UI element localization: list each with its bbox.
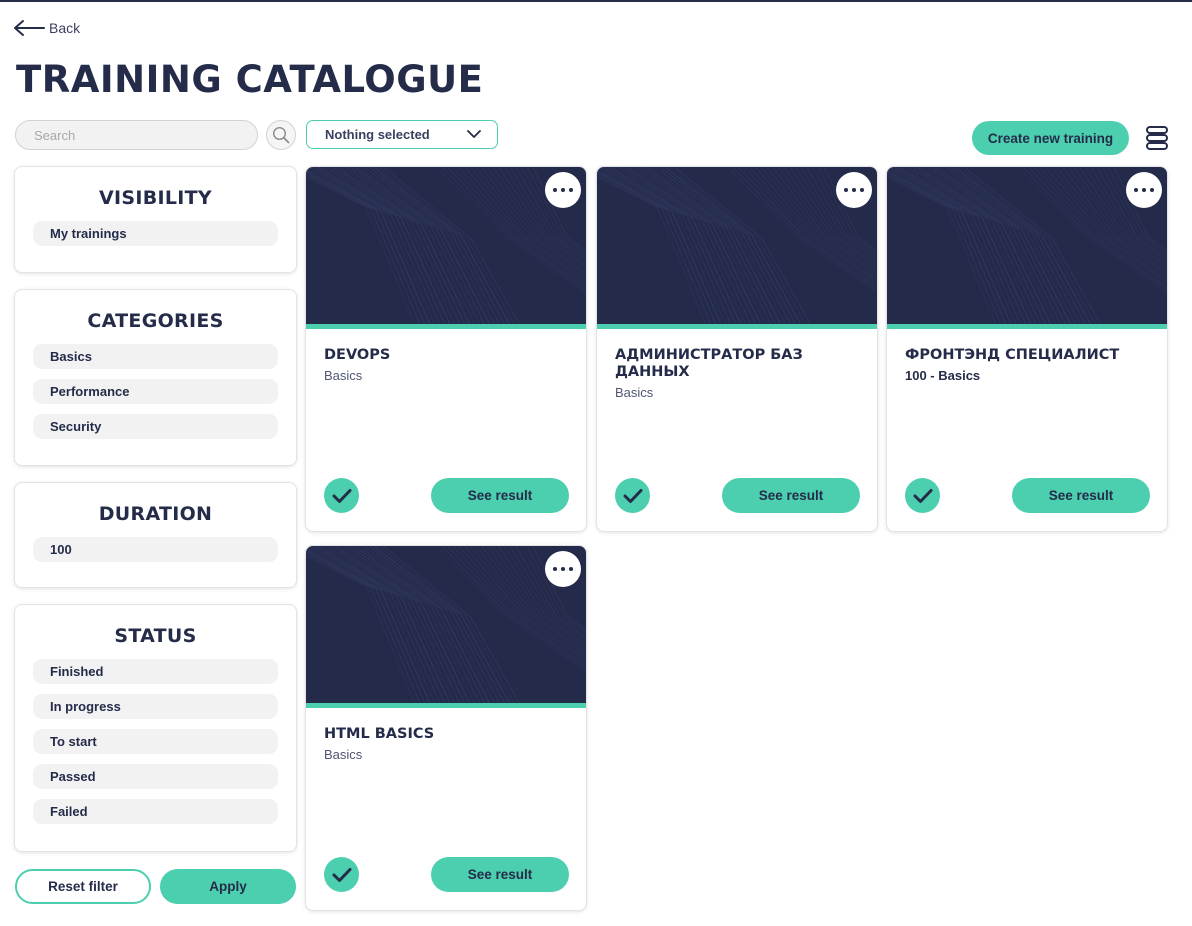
card-accent-stripe [306, 703, 586, 708]
training-card[interactable]: DEVOPS Basics See result [306, 167, 586, 531]
filter-categories: CATEGORIES Basics Performance Security [15, 290, 296, 465]
apply-button[interactable]: Apply [160, 869, 296, 904]
more-options-icon[interactable] [836, 172, 872, 208]
checkmark-icon [905, 478, 940, 513]
banner-pattern [597, 167, 877, 324]
filter-chip-security[interactable]: Security [33, 414, 278, 439]
card-banner-image [887, 167, 1167, 324]
filter-chip-basics[interactable]: Basics [33, 344, 278, 369]
card-banner-image [597, 167, 877, 324]
arrow-left-icon [14, 20, 45, 36]
card-subtitle: Basics [615, 385, 654, 400]
filter-duration-title: DURATION [98, 503, 213, 525]
checkmark-icon [324, 857, 359, 892]
see-result-button[interactable]: See result [431, 857, 569, 892]
banner-pattern [887, 167, 1167, 324]
see-result-button[interactable]: See result [1012, 478, 1150, 513]
card-accent-stripe [887, 324, 1167, 329]
top-border [0, 0, 1192, 2]
training-card[interactable]: ФРОНТЭНД СПЕЦИАЛИСТ 100 - Basics See res… [887, 167, 1167, 531]
list-view-icon [1146, 126, 1168, 150]
filter-chip-to-start[interactable]: To start [33, 729, 278, 754]
filter-visibility-title: VISIBILITY [99, 187, 212, 209]
filter-chip-my-trainings[interactable]: My trainings [33, 221, 278, 246]
training-card[interactable]: HTML BASICS Basics See result [306, 546, 586, 910]
filter-status-title: STATUS [114, 625, 197, 647]
create-training-button[interactable]: Create new training [972, 121, 1129, 155]
search-button[interactable] [266, 120, 296, 150]
see-result-button[interactable]: See result [431, 478, 569, 513]
more-options-icon[interactable] [545, 551, 581, 587]
card-subtitle: Basics [324, 747, 363, 762]
banner-pattern [306, 167, 586, 324]
checkmark-icon [615, 478, 650, 513]
more-options-icon[interactable] [1126, 172, 1162, 208]
filter-duration: DURATION 100 [15, 483, 296, 587]
card-banner-image [306, 546, 586, 703]
filter-status: STATUS Finished In progress To start Pas… [15, 605, 296, 851]
search-input[interactable] [15, 120, 258, 150]
filter-categories-title: CATEGORIES [87, 310, 224, 332]
filter-chip-passed[interactable]: Passed [33, 764, 278, 789]
page-title: TRAINING CATALOGUE [16, 58, 484, 101]
filter-chip-finished[interactable]: Finished [33, 659, 278, 684]
card-title: АДМИНИСТРАТОР БАЗ ДАННЫХ Basics [615, 347, 859, 401]
filter-chip-duration-100[interactable]: 100 [33, 537, 278, 562]
filter-visibility: VISIBILITY My trainings [15, 167, 296, 272]
reset-filter-button[interactable]: Reset filter [15, 869, 151, 904]
checkmark-icon [324, 478, 359, 513]
card-title: ФРОНТЭНД СПЕЦИАЛИСТ 100 - Basics [905, 347, 1149, 384]
list-view-toggle[interactable] [1144, 124, 1170, 152]
card-subtitle: 100 - Basics [905, 368, 981, 383]
filter-dropdown[interactable]: Nothing selected [306, 120, 498, 149]
card-accent-stripe [306, 324, 586, 329]
card-accent-stripe [597, 324, 877, 329]
back-link[interactable]: Back [13, 19, 80, 37]
more-options-icon[interactable] [545, 172, 581, 208]
see-result-button[interactable]: See result [722, 478, 860, 513]
card-banner-image [306, 167, 586, 324]
filter-chip-performance[interactable]: Performance [33, 379, 278, 404]
card-title: HTML BASICS Basics [324, 726, 568, 763]
chevron-down-icon [467, 130, 481, 138]
back-label: Back [49, 20, 81, 36]
card-subtitle: Basics [324, 368, 363, 383]
filter-chip-in-progress[interactable]: In progress [33, 694, 278, 719]
dropdown-value: Nothing selected [325, 127, 430, 142]
search-icon [272, 126, 290, 144]
filter-chip-failed[interactable]: Failed [33, 799, 278, 824]
training-card[interactable]: АДМИНИСТРАТОР БАЗ ДАННЫХ Basics See resu… [597, 167, 877, 531]
card-title: DEVOPS Basics [324, 347, 568, 384]
banner-pattern [306, 546, 586, 703]
